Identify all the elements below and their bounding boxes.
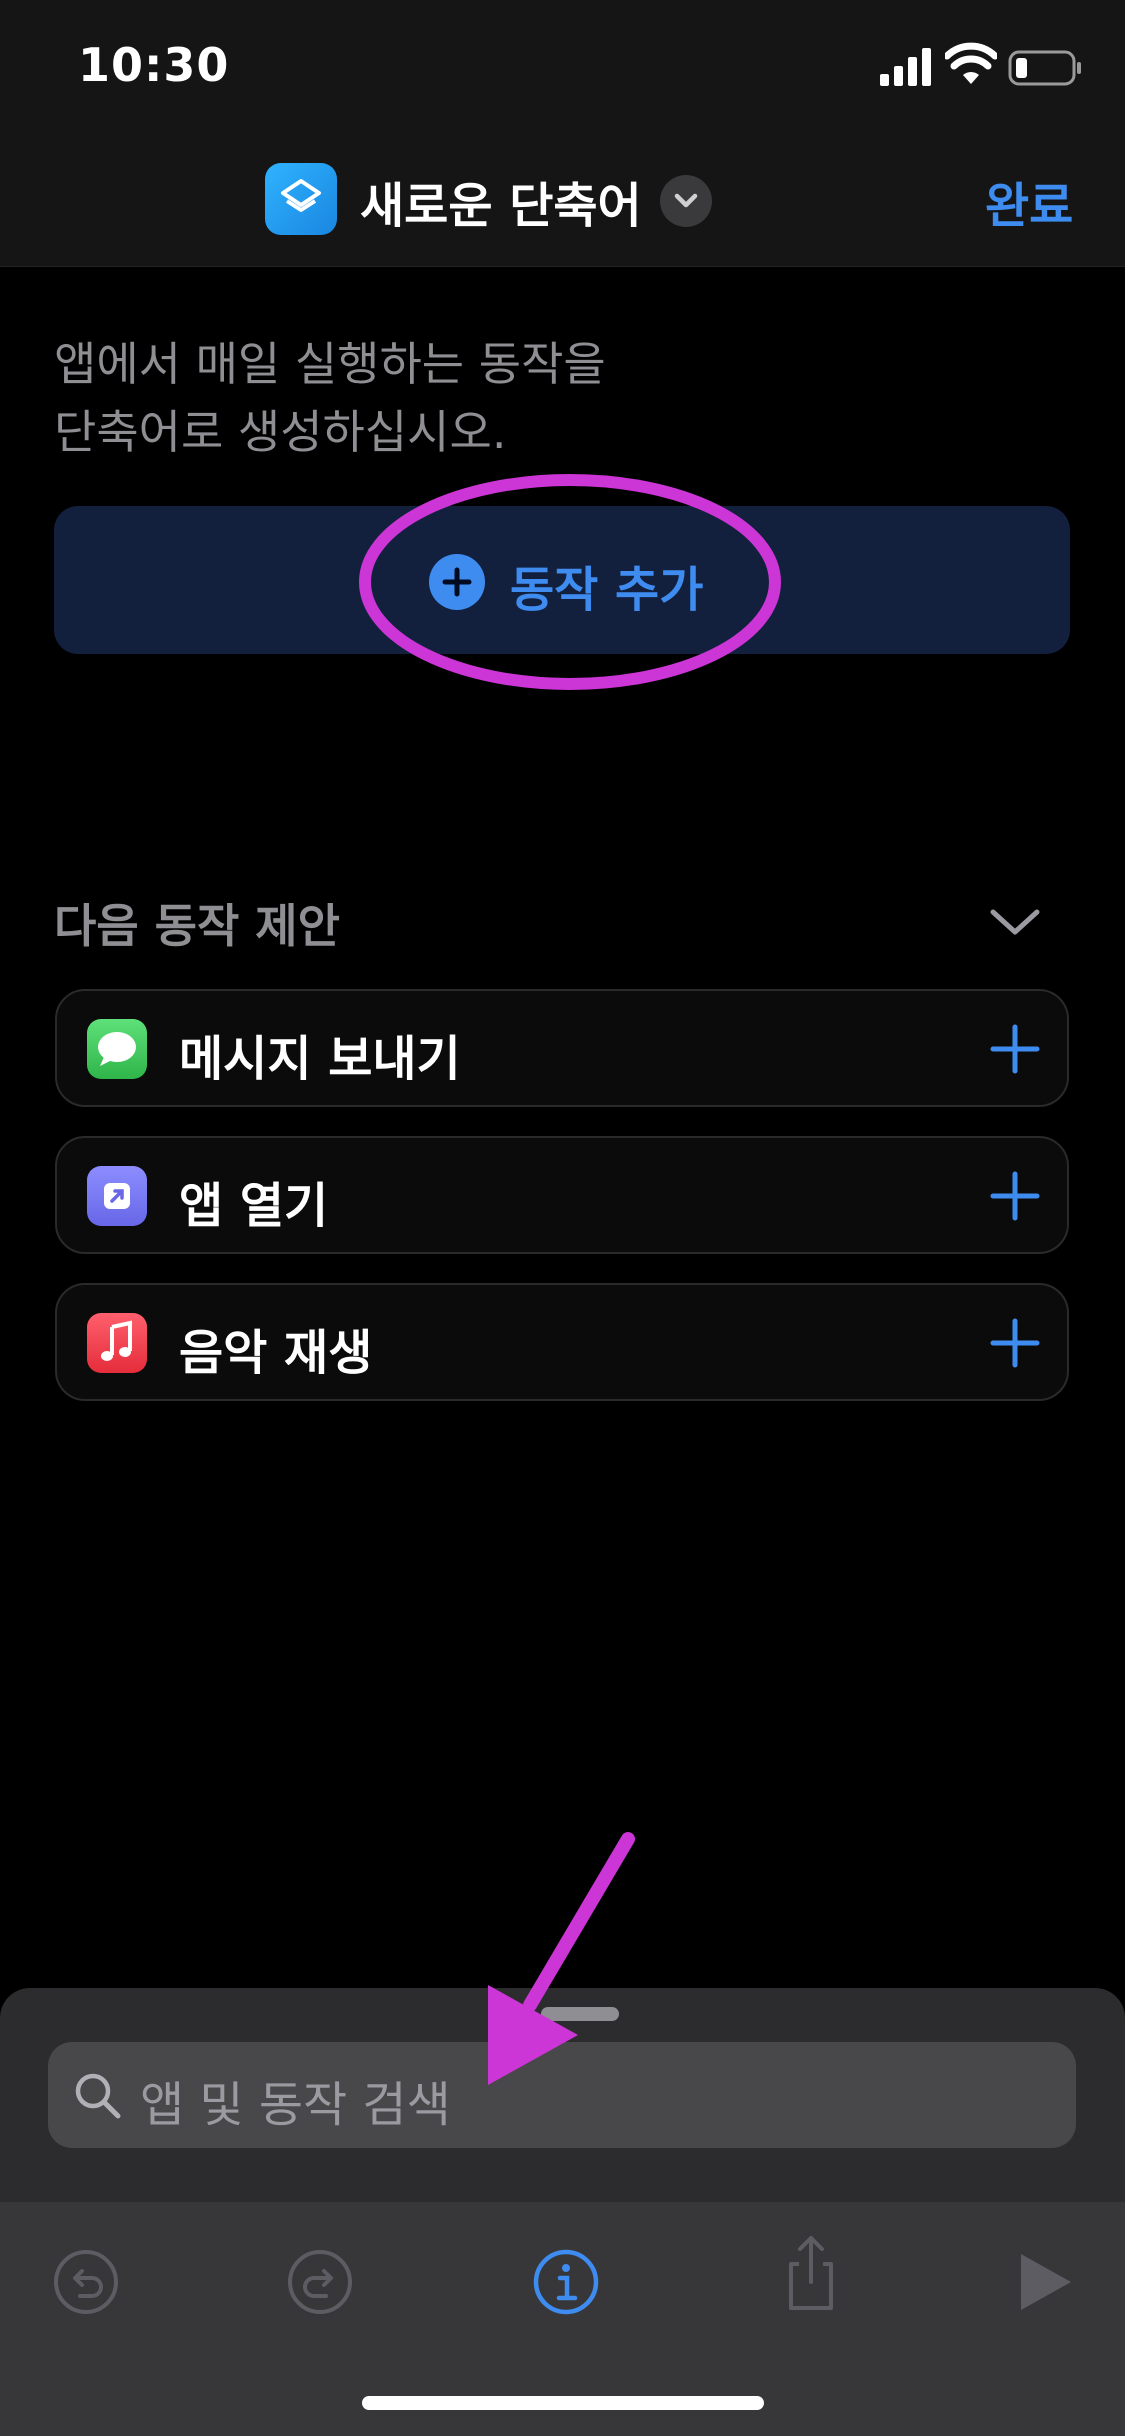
suggestion-label: 앱 열기 (179, 1178, 329, 1234)
battery-icon (1008, 50, 1081, 86)
suggestion-label: 메시지 보내기 (179, 1031, 461, 1087)
cellular-signal-icon (880, 48, 931, 86)
annotation-arrow (488, 1832, 635, 2085)
intro-text: 앱에서 매일 실행하는 동작을 단축어로 생성하십시오. (54, 337, 606, 459)
collapse-chevron-icon[interactable] (985, 900, 1045, 944)
search-icon (75, 2073, 121, 2119)
info-icon[interactable] (526, 2242, 606, 2322)
undo-icon[interactable] (46, 2242, 126, 2322)
add-plus-icon[interactable] (987, 1021, 1043, 1077)
add-plus-icon[interactable] (987, 1168, 1043, 1224)
shortcuts-app-icon[interactable] (265, 163, 337, 235)
wifi-icon (945, 42, 997, 84)
done-button[interactable]: 완료 (985, 166, 1073, 236)
suggestion-row-send-message[interactable]: 메시지 보내기 (55, 989, 1069, 1107)
suggestion-label: 음악 재생 (179, 1325, 373, 1381)
add-plus-icon[interactable] (987, 1315, 1043, 1371)
suggestion-row-open-app[interactable]: 앱 열기 (55, 1136, 1069, 1254)
messages-icon (87, 1019, 147, 1079)
home-indicator (362, 2396, 764, 2410)
play-icon[interactable] (1005, 2242, 1085, 2322)
shortcut-title[interactable]: 새로운 단축어 (360, 166, 642, 236)
music-icon (87, 1313, 147, 1373)
title-dropdown-button[interactable] (660, 175, 712, 227)
status-time: 10:30 (78, 38, 230, 92)
chevron-down-icon (674, 193, 698, 208)
search-input[interactable]: 앱 및 동작 검색 (140, 2065, 451, 2135)
redo-icon[interactable] (280, 2242, 360, 2322)
share-icon[interactable] (771, 2232, 851, 2312)
shortcuts-layers-icon (281, 179, 321, 212)
suggestions-header: 다음 동작 제안 (54, 899, 340, 953)
open-app-icon (87, 1166, 147, 1226)
highlight-annotation (359, 474, 781, 690)
suggestion-row-play-music[interactable]: 음악 재생 (55, 1283, 1069, 1401)
